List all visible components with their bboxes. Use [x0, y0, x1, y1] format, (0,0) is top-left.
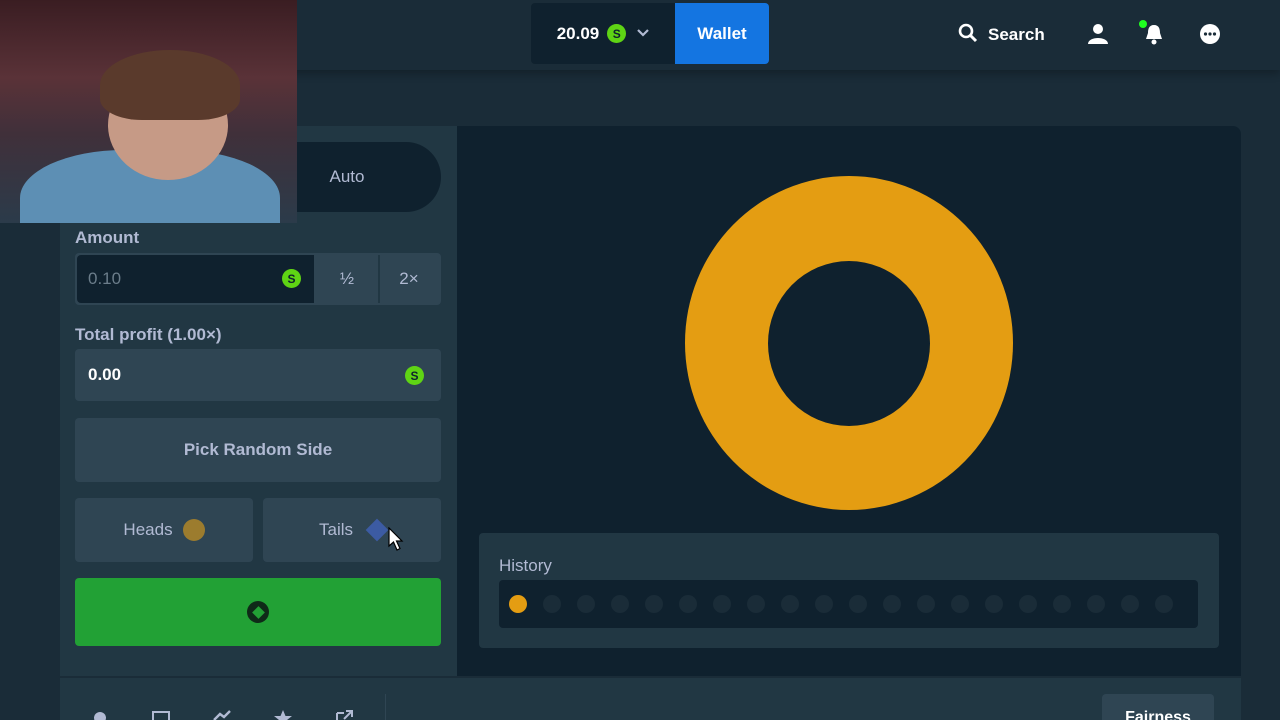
bet-button[interactable] — [75, 578, 441, 646]
search-label: Search — [988, 25, 1045, 44]
tab-auto[interactable]: Auto — [297, 167, 397, 187]
currency-icon: S — [405, 366, 424, 385]
currency-icon: S — [282, 269, 301, 288]
coin-graphic-center — [768, 261, 930, 426]
loading-icon — [247, 601, 269, 623]
history-empty-slot — [1053, 595, 1071, 613]
profit-field: 0.00 — [75, 349, 441, 401]
history-empty-slot — [611, 595, 629, 613]
history-empty-slot — [1087, 595, 1105, 613]
history-track — [499, 580, 1198, 628]
tails-diamond-icon — [365, 518, 389, 542]
history-empty-slot — [1019, 595, 1037, 613]
history-empty-slot — [543, 595, 561, 613]
history-empty-slot — [1121, 595, 1139, 613]
heads-button[interactable]: Heads — [75, 498, 253, 562]
history-empty-slot — [713, 595, 731, 613]
notifications-icon[interactable] — [1139, 20, 1166, 46]
tails-button[interactable]: Tails — [263, 498, 441, 562]
history-empty-slot — [577, 595, 595, 613]
history-empty-slot — [985, 595, 1003, 613]
theatre-mode-icon[interactable] — [151, 708, 171, 720]
double-button[interactable]: 2× — [378, 255, 438, 303]
history-empty-slot — [781, 595, 799, 613]
notification-badge — [1139, 20, 1147, 28]
heads-label: Heads — [123, 520, 173, 539]
external-link-icon[interactable] — [334, 708, 354, 720]
bottom-bar-divider — [385, 694, 386, 720]
chat-icon[interactable] — [1198, 22, 1222, 46]
half-button[interactable]: ½ — [317, 255, 377, 303]
stats-icon[interactable] — [212, 708, 232, 720]
profit-label: Total profit (1.00×) — [75, 325, 222, 344]
profit-value: 0.00 — [88, 365, 122, 384]
heads-coin-icon — [182, 519, 205, 541]
user-icon[interactable] — [1086, 22, 1110, 46]
history-empty-slot — [679, 595, 697, 613]
history-empty-slot — [951, 595, 969, 613]
settings-icon[interactable] — [90, 708, 110, 720]
amount-label: Amount — [75, 228, 140, 247]
mouse-cursor-icon — [388, 526, 406, 551]
history-empty-slot — [815, 595, 833, 613]
history-title: History — [499, 556, 552, 575]
search-icon — [958, 23, 978, 48]
history-empty-slot — [747, 595, 765, 613]
fairness-button[interactable]: Fairness — [1102, 694, 1214, 720]
currency-icon: S — [607, 24, 627, 43]
history-result[interactable] — [509, 595, 527, 613]
history-empty-slot — [1155, 595, 1173, 613]
balance-selector[interactable]: 20.09 S — [531, 3, 676, 64]
favorite-icon[interactable] — [273, 708, 293, 720]
history-empty-slot — [645, 595, 663, 613]
balance-amount: 20.09 — [556, 23, 600, 43]
bottom-bar — [60, 678, 1241, 720]
chevron-down-icon — [636, 27, 650, 41]
history-empty-slot — [849, 595, 867, 613]
webcam-overlay — [0, 0, 297, 223]
tails-label: Tails — [318, 520, 353, 539]
search-button[interactable]: Search — [958, 22, 1045, 48]
history-empty-slot — [917, 595, 935, 613]
webcam-person-hair — [100, 50, 240, 120]
wallet-button[interactable]: Wallet — [675, 3, 769, 64]
history-empty-slot — [883, 595, 901, 613]
amount-input[interactable]: 0.10 — [77, 255, 314, 303]
pick-random-side-button[interactable]: Pick Random Side — [75, 418, 441, 482]
